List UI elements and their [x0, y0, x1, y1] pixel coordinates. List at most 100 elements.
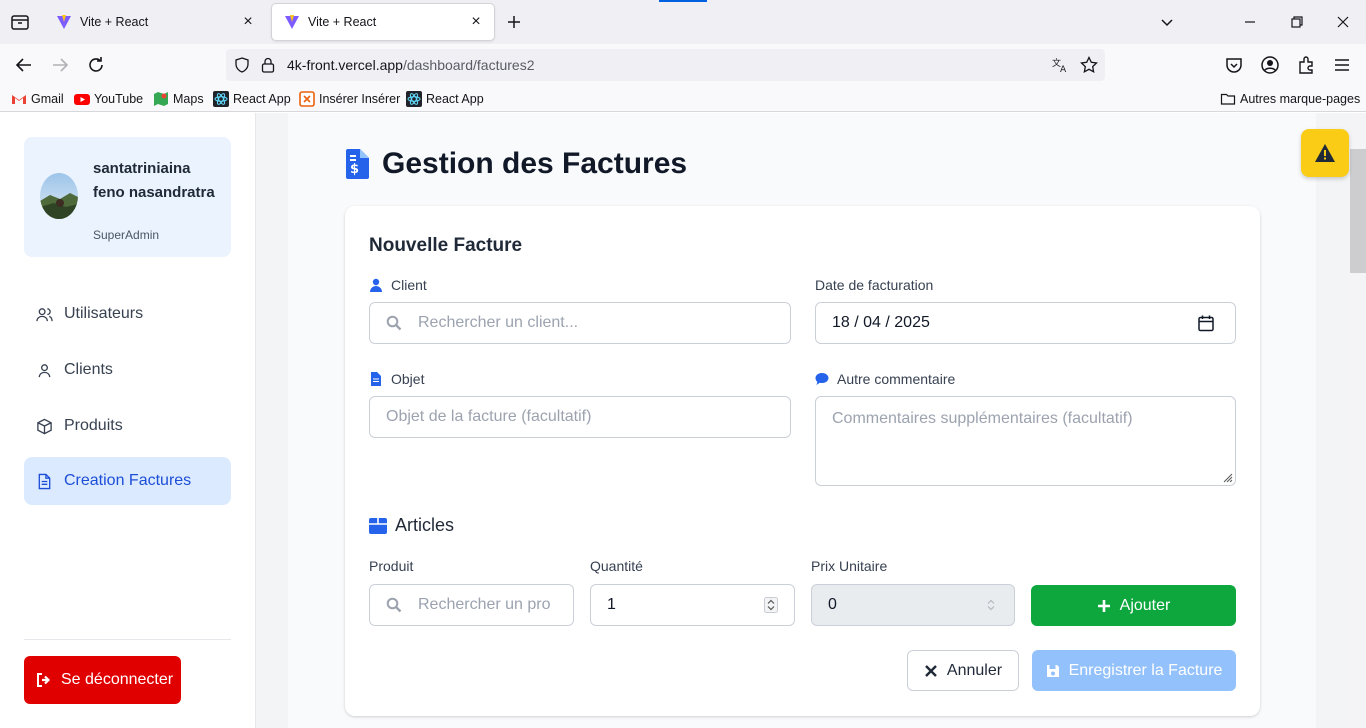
articles-section-title: Articles: [369, 515, 454, 536]
stepper-icon: [987, 599, 995, 611]
bookmark-youtube[interactable]: YouTube: [74, 91, 143, 107]
gmail-icon: [12, 95, 26, 104]
bookmark-inserer[interactable]: Insérer Insérer: [299, 91, 400, 107]
warning-button[interactable]: [1301, 129, 1349, 177]
bookmark-label: React App: [233, 92, 291, 106]
forward-icon[interactable]: [49, 54, 71, 76]
minimize-icon[interactable]: [1240, 12, 1260, 32]
save-icon: [1046, 664, 1059, 677]
resize-handle-icon[interactable]: [1221, 471, 1233, 483]
new-tab-icon[interactable]: [504, 12, 524, 32]
produit-search-input[interactable]: Rechercher un pro: [369, 584, 574, 626]
objet-placeholder: Objet de la facture (facultatif): [386, 408, 592, 425]
url-bar[interactable]: 4k-front.vercel.app/dashboard/factures2 …: [226, 49, 1105, 81]
comment-icon: [815, 373, 829, 385]
prix-value: 0: [828, 596, 837, 613]
sidebar-item-clients[interactable]: Clients: [24, 346, 231, 394]
sidebar-item-label: Produits: [64, 417, 123, 434]
commentaire-textarea[interactable]: Commentaires supplémentaires (facultatif…: [815, 396, 1236, 486]
articles-title-text: Articles: [395, 515, 455, 535]
user-role: SuperAdmin: [93, 228, 160, 242]
sidebar-item-label: Utilisateurs: [64, 305, 144, 322]
sidebar-item-label: Creation Factures: [64, 472, 192, 489]
produit-label-text: Produit: [369, 558, 414, 574]
react-icon: [406, 91, 422, 107]
reload-icon[interactable]: [85, 54, 107, 76]
vite-icon: [285, 15, 299, 29]
vite-icon: [57, 15, 71, 29]
save-button-label: Enregistrer la Facture: [1068, 661, 1223, 679]
tab-list-icon[interactable]: [10, 12, 30, 32]
bookmark-maps[interactable]: Maps: [153, 91, 204, 107]
add-button-label: Ajouter: [1119, 596, 1171, 614]
date-input[interactable]: 18 / 04 / 2025: [815, 302, 1236, 344]
box-icon: [369, 517, 387, 534]
other-bookmarks[interactable]: Autres marque-pages: [1220, 91, 1360, 107]
sidebar-item-label: Clients: [64, 361, 113, 378]
extensions-icon[interactable]: [1295, 54, 1317, 76]
browser-tab-active[interactable]: Vite + React ×: [272, 4, 494, 40]
commentaire-placeholder: Commentaires supplémentaires (facultatif…: [832, 410, 1133, 427]
pocket-icon[interactable]: [1223, 54, 1245, 76]
add-article-button[interactable]: Ajouter: [1031, 585, 1236, 626]
sidebar-item-utilisateurs[interactable]: Utilisateurs: [24, 290, 231, 338]
quantite-value: 1: [607, 596, 616, 613]
close-tab-icon[interactable]: ×: [468, 14, 484, 30]
user-icon: [370, 278, 382, 292]
logout-label: Se déconnecter: [61, 671, 174, 688]
svg-text:$: $: [350, 162, 359, 177]
cancel-button-label: Annuler: [946, 661, 1003, 679]
stepper-icon[interactable]: [764, 597, 778, 613]
react-icon: [213, 91, 229, 107]
objet-input[interactable]: Objet de la facture (facultatif): [369, 396, 791, 438]
back-icon[interactable]: [13, 54, 35, 76]
restore-icon[interactable]: [1287, 12, 1307, 32]
document-icon: [38, 473, 51, 489]
lock-icon[interactable]: [261, 57, 275, 73]
close-icon: [925, 664, 937, 677]
date-label: Date de facturation: [815, 277, 933, 293]
bookmark-gmail[interactable]: Gmail: [11, 91, 64, 107]
account-icon[interactable]: [1259, 54, 1281, 76]
page: santatriniaina feno nasandratra SuperAdm…: [0, 113, 1366, 728]
warning-icon: [1315, 144, 1335, 162]
invoice-icon: $: [346, 149, 369, 179]
bookmarks-bar: Gmail YouTube Maps React App Insérer Ins…: [0, 86, 1366, 112]
sidebar-item-creation-factures[interactable]: Creation Factures: [24, 457, 231, 505]
sidebar-item-produits[interactable]: Produits: [24, 402, 231, 450]
page-scrollbar[interactable]: [1350, 113, 1366, 728]
avatar: [40, 173, 78, 219]
shield-icon[interactable]: [234, 57, 250, 73]
menu-icon[interactable]: [1331, 54, 1353, 76]
bookmark-react-app[interactable]: React App: [213, 91, 291, 107]
client-search-input[interactable]: Rechercher un client...: [369, 302, 791, 344]
chevron-down-icon[interactable]: [1157, 12, 1177, 32]
logout-button[interactable]: Se déconnecter: [24, 656, 181, 704]
user-profile-card: santatriniaina feno nasandratra SuperAdm…: [24, 137, 231, 257]
commentaire-label-text: Autre commentaire: [837, 371, 956, 387]
invoice-form-card: Nouvelle Facture Client Rechercher un cl…: [345, 206, 1260, 716]
bookmark-react-app[interactable]: React App: [406, 91, 484, 107]
close-window-icon[interactable]: [1333, 12, 1353, 32]
cancel-button[interactable]: Annuler: [907, 650, 1019, 691]
url-domain: 4k-front.vercel.app: [287, 57, 403, 73]
star-icon[interactable]: [1080, 56, 1098, 74]
quantite-label: Quantité: [590, 558, 643, 574]
translate-icon[interactable]: 文A: [1051, 56, 1069, 74]
quantite-label-text: Quantité: [590, 558, 643, 574]
client-label-text: Client: [391, 277, 427, 293]
calendar-icon[interactable]: [1198, 315, 1214, 332]
produit-placeholder: Rechercher un pro: [418, 596, 551, 613]
url-text[interactable]: 4k-front.vercel.app/dashboard/factures2: [287, 57, 534, 73]
page-title: $ Gestion des Factures: [346, 147, 687, 181]
quantite-input[interactable]: 1: [590, 584, 795, 626]
close-tab-icon[interactable]: ×: [240, 14, 256, 30]
scrollbar-thumb[interactable]: [1350, 149, 1366, 273]
box-icon: [37, 418, 52, 434]
bookmark-label: YouTube: [94, 92, 144, 106]
page-title-text: Gestion des Factures: [382, 147, 688, 180]
svg-text:A: A: [1060, 65, 1067, 74]
maps-icon: [154, 92, 168, 106]
browser-tab[interactable]: Vite + React ×: [44, 4, 266, 40]
save-invoice-button[interactable]: Enregistrer la Facture: [1032, 650, 1236, 691]
